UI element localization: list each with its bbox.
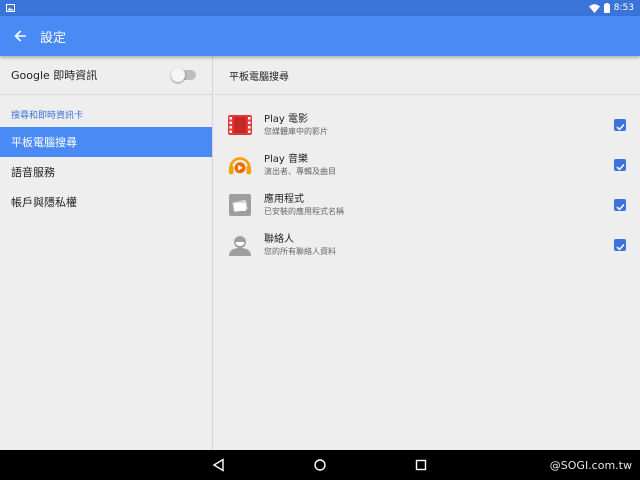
clock-text: 8:53	[613, 3, 634, 13]
google-now-label: Google 即時資訊	[11, 69, 98, 82]
contacts-checkbox[interactable]	[614, 239, 626, 251]
item-title: 應用程式	[264, 194, 304, 205]
nav-item-label: 平板電腦搜尋	[11, 136, 77, 149]
nav-item-tablet-search[interactable]: 平板電腦搜尋	[0, 127, 212, 157]
checkmark-icon	[615, 116, 625, 135]
apps-checkbox[interactable]	[614, 199, 626, 211]
item-subtitle: 演出者、專輯及曲目	[264, 167, 336, 176]
back-nav-icon[interactable]	[212, 457, 226, 476]
play-movies-checkbox[interactable]	[614, 119, 626, 131]
play-movies-icon	[228, 113, 252, 137]
item-title: Play 電影	[264, 114, 309, 125]
list-item-play-movies[interactable]: Play 電影 您媒體庫中的影片	[214, 105, 640, 145]
nav-item-accounts-privacy[interactable]: 帳戶與隱私權	[0, 187, 212, 217]
nav-item-label: 帳戶與隱私權	[11, 196, 77, 209]
switch-knob	[171, 68, 185, 82]
item-title: 聯絡人	[264, 234, 294, 245]
nav-item-label: 語音服務	[11, 166, 55, 179]
apps-icon	[228, 193, 252, 217]
item-title: Play 音樂	[264, 154, 309, 165]
play-music-icon	[228, 153, 252, 177]
recents-nav-icon[interactable]	[414, 457, 428, 476]
nav-item-voice[interactable]: 語音服務	[0, 157, 212, 187]
app-bar: 設定	[0, 16, 640, 56]
item-subtitle: 您的所有聯絡人資料	[264, 247, 336, 256]
searchable-items-list: Play 電影 您媒體庫中的影片 Play 音樂 演出者、專輯及曲目 應用程式 …	[214, 95, 640, 265]
google-now-switch[interactable]	[171, 68, 196, 82]
list-item-apps[interactable]: 應用程式 已安裝的應用程式名稱	[214, 185, 640, 225]
item-subtitle: 已安裝的應用程式名稱	[264, 207, 344, 216]
gallery-notification-icon	[6, 4, 15, 12]
list-item-contacts[interactable]: 聯絡人 您的所有聯絡人資料	[214, 225, 640, 265]
system-navigation-bar: @SOGI.com.tw	[0, 450, 640, 480]
watermark: @SOGI.com.tw	[549, 459, 632, 472]
status-bar: 8:53	[0, 0, 640, 16]
item-subtitle: 您媒體庫中的影片	[264, 127, 328, 136]
tablet-search-pane: 平板電腦搜尋 Play 電影 您媒體庫中的影片 Play 音樂 演出者、專輯及曲…	[214, 56, 640, 450]
contacts-icon	[228, 233, 252, 257]
back-button[interactable]	[0, 16, 40, 56]
settings-screen: 8:53 設定 Google 即時資訊 搜尋和即時資訊卡 平板電腦搜尋 語音服務	[0, 0, 640, 480]
checkmark-icon	[615, 196, 625, 215]
home-nav-icon[interactable]	[313, 457, 327, 476]
checkmark-icon	[615, 236, 625, 255]
battery-icon	[603, 3, 610, 13]
section-header-search: 搜尋和即時資訊卡	[11, 111, 84, 121]
play-music-checkbox[interactable]	[614, 159, 626, 171]
wifi-icon	[588, 3, 600, 13]
checkmark-icon	[615, 156, 625, 175]
google-now-toggle-row[interactable]: Google 即時資訊	[0, 56, 212, 94]
arrow-back-icon	[14, 27, 26, 46]
settings-categories-pane: Google 即時資訊 搜尋和即時資訊卡 平板電腦搜尋 語音服務 帳戶與隱私權	[0, 56, 213, 450]
pane-title: 平板電腦搜尋	[229, 71, 289, 83]
app-title: 設定	[40, 30, 67, 46]
list-item-play-music[interactable]: Play 音樂 演出者、專輯及曲目	[214, 145, 640, 185]
